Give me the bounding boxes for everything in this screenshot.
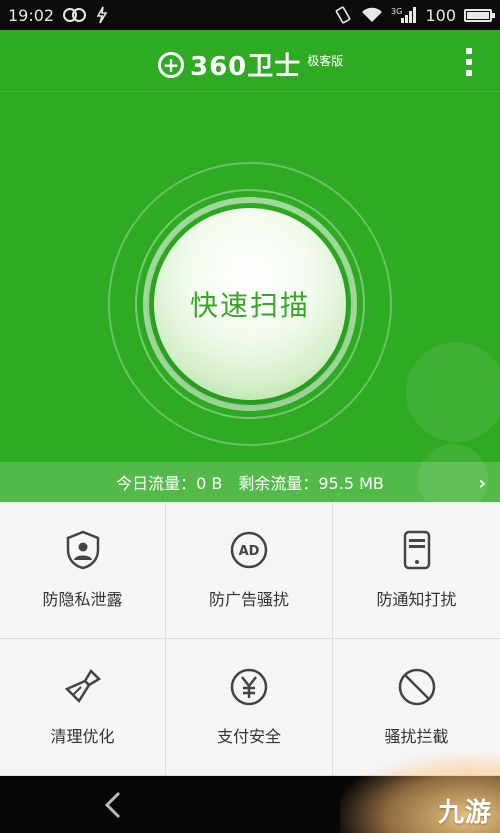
vibrate-icon xyxy=(333,6,353,24)
watermark-text: 九游 xyxy=(437,798,492,828)
back-arrow-icon[interactable] xyxy=(98,790,128,820)
traffic-bar[interactable]: 今日流量：0 B 剩余流量：95.5 MB › xyxy=(0,462,500,502)
feature-payment[interactable]: 支付安全 xyxy=(166,639,333,776)
app-logo: + 360卫士 极客版 xyxy=(158,46,343,83)
status-time: 19:02 xyxy=(8,5,55,25)
notification-phone-icon xyxy=(397,530,437,570)
feature-grid: 防隐私泄露 AD 防广告骚扰 防通知打扰 清理优化 支付安全 骚扰拦截 xyxy=(0,502,500,776)
svg-text:AD: AD xyxy=(239,544,260,559)
feature-label: 防隐私泄露 xyxy=(42,590,123,609)
ad-block-icon: AD xyxy=(229,530,269,570)
more-vertical-icon[interactable] xyxy=(464,48,474,76)
app-edition: 极客版 xyxy=(307,54,344,68)
battery-icon xyxy=(464,8,495,22)
navigation-bar: 九游 xyxy=(0,753,500,833)
feature-label: 清理优化 xyxy=(50,727,115,746)
feature-label: 骚扰拦截 xyxy=(384,727,449,746)
feature-label: 支付安全 xyxy=(216,727,281,746)
app-name: 360卫士 xyxy=(190,52,302,82)
feature-notification[interactable]: 防通知打扰 xyxy=(333,502,500,639)
today-traffic: 今日流量：0 B xyxy=(116,474,223,493)
battery-level: 100 xyxy=(425,5,456,25)
broom-icon xyxy=(63,667,103,707)
logo-plus-icon: + xyxy=(158,51,184,78)
feature-cleanup[interactable]: 清理优化 xyxy=(0,639,166,776)
yuan-payment-icon xyxy=(229,667,269,707)
wifi-icon xyxy=(361,7,383,23)
flash-icon xyxy=(96,6,108,24)
feature-label: 防广告骚扰 xyxy=(208,590,289,609)
network-type-text: 3G xyxy=(391,7,402,16)
feature-label: 防通知打扰 xyxy=(376,590,457,609)
link-icon xyxy=(62,7,88,23)
remaining-traffic: 剩余流量：95.5 MB xyxy=(238,474,384,493)
main-panel: + 360卫士 极客版 快速扫描 今日流量：0 B 剩余流量：95.5 MB › xyxy=(0,30,500,502)
feature-harass-block[interactable]: 骚扰拦截 xyxy=(333,639,500,776)
feature-privacy[interactable]: 防隐私泄露 xyxy=(0,502,166,639)
privacy-shield-icon xyxy=(63,530,103,570)
block-icon xyxy=(397,667,437,707)
chevron-right-icon[interactable]: › xyxy=(479,473,486,494)
decorative-bubble xyxy=(406,342,500,442)
feature-adblock[interactable]: AD 防广告骚扰 xyxy=(166,502,333,639)
quick-scan-label: 快速扫描 xyxy=(189,289,310,322)
signal-icon: 3G xyxy=(391,6,417,24)
quick-scan-button[interactable]: 快速扫描 xyxy=(154,208,346,400)
status-bar: 19:02 3G 100 xyxy=(0,0,500,30)
app-header: + 360卫士 极客版 xyxy=(0,30,500,92)
